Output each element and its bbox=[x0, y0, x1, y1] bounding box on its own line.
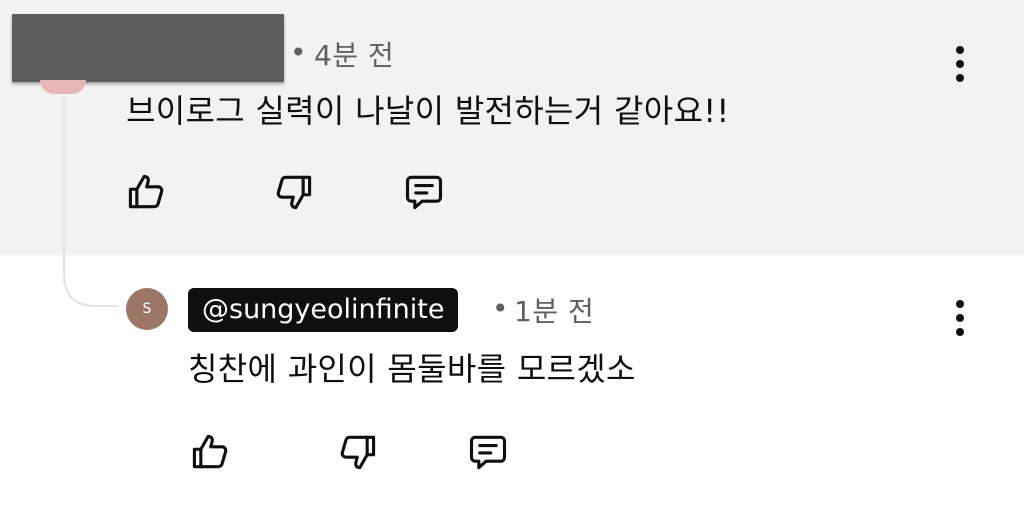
reply-more-button[interactable] bbox=[945, 296, 975, 340]
reply-text: 칭찬에 과인이 몸둘바를 모르겠소 bbox=[188, 350, 636, 388]
comment-more-button[interactable] bbox=[945, 42, 975, 86]
reply-like-button[interactable] bbox=[186, 428, 234, 476]
thumbs-down-icon bbox=[340, 435, 376, 470]
reply-reply-button[interactable] bbox=[464, 428, 512, 476]
comment-reply-icon bbox=[469, 435, 507, 470]
comment-timestamp: 4분 전 bbox=[314, 39, 395, 72]
dislike-button[interactable] bbox=[270, 168, 318, 216]
thumbs-down-icon bbox=[276, 175, 312, 210]
more-vertical-icon bbox=[956, 300, 964, 308]
thread-connector-line bbox=[63, 96, 118, 307]
reply-time-separator: • bbox=[492, 292, 510, 325]
comment-text: 브이로그 실력이 나날이 발전하는거 같아요!! bbox=[126, 92, 730, 130]
more-vertical-icon bbox=[956, 46, 964, 54]
reply-avatar[interactable]: S bbox=[126, 288, 168, 330]
reply-dislike-button[interactable] bbox=[334, 428, 382, 476]
reply-button[interactable] bbox=[400, 168, 448, 216]
thumbs-up-icon bbox=[192, 434, 228, 469]
reply-timestamp: 1분 전 bbox=[514, 295, 595, 328]
comment-time-separator: • bbox=[290, 36, 308, 69]
comment-reply-icon bbox=[405, 175, 443, 210]
reply-author-handle[interactable]: @sungyeolinfinite bbox=[188, 288, 459, 332]
